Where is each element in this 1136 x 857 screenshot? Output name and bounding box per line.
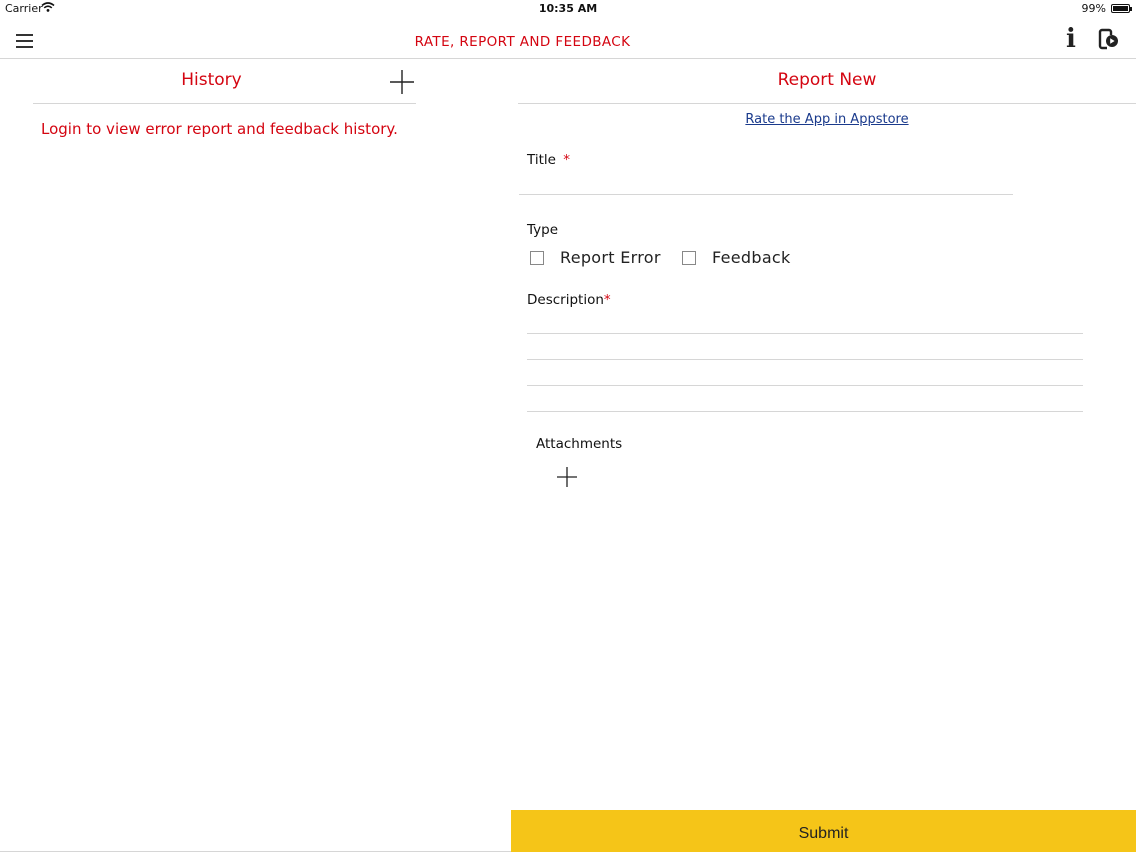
page-title: RATE, REPORT AND FEEDBACK — [414, 34, 631, 50]
status-bar: Carrier 10:35 AM 99% — [0, 0, 1136, 18]
submit-button[interactable]: Submit — [511, 810, 1136, 852]
rate-app-link[interactable]: Rate the App in Appstore — [518, 112, 1136, 127]
feedback-label[interactable]: Feedback — [712, 248, 791, 267]
required-mark: * — [603, 292, 611, 308]
attachments-label: Attachments — [536, 436, 623, 452]
description-label-text: Description — [527, 292, 604, 308]
report-error-label[interactable]: Report Error — [560, 248, 661, 267]
battery-percent: 99% — [1081, 2, 1106, 15]
add-icon[interactable] — [389, 69, 415, 95]
add-attachment-icon[interactable] — [556, 466, 578, 488]
required-mark: * — [563, 152, 570, 168]
history-header: History — [33, 59, 416, 104]
title-input[interactable] — [519, 176, 1013, 195]
report-header: Report New — [518, 59, 1136, 104]
battery-icon — [1111, 4, 1132, 13]
device-icon[interactable] — [1096, 26, 1120, 52]
info-icon[interactable]: i — [1063, 26, 1079, 52]
title-label-text: Title — [527, 152, 556, 168]
description-label: Description* — [527, 292, 611, 308]
nav-bar: RATE, REPORT AND FEEDBACK i — [0, 18, 1136, 59]
description-rule — [527, 411, 1083, 412]
description-input[interactable] — [527, 312, 1083, 412]
clock: 10:35 AM — [538, 2, 598, 15]
description-rule — [527, 359, 1083, 360]
report-error-checkbox[interactable] — [530, 251, 544, 265]
description-rule — [527, 333, 1083, 334]
login-message: Login to view error report and feedback … — [41, 120, 398, 138]
feedback-checkbox[interactable] — [682, 251, 696, 265]
report-title: Report New — [777, 70, 877, 90]
title-label: Title * — [527, 152, 570, 168]
type-label: Type — [527, 222, 559, 238]
history-title: History — [181, 70, 242, 90]
description-rule — [527, 385, 1083, 386]
